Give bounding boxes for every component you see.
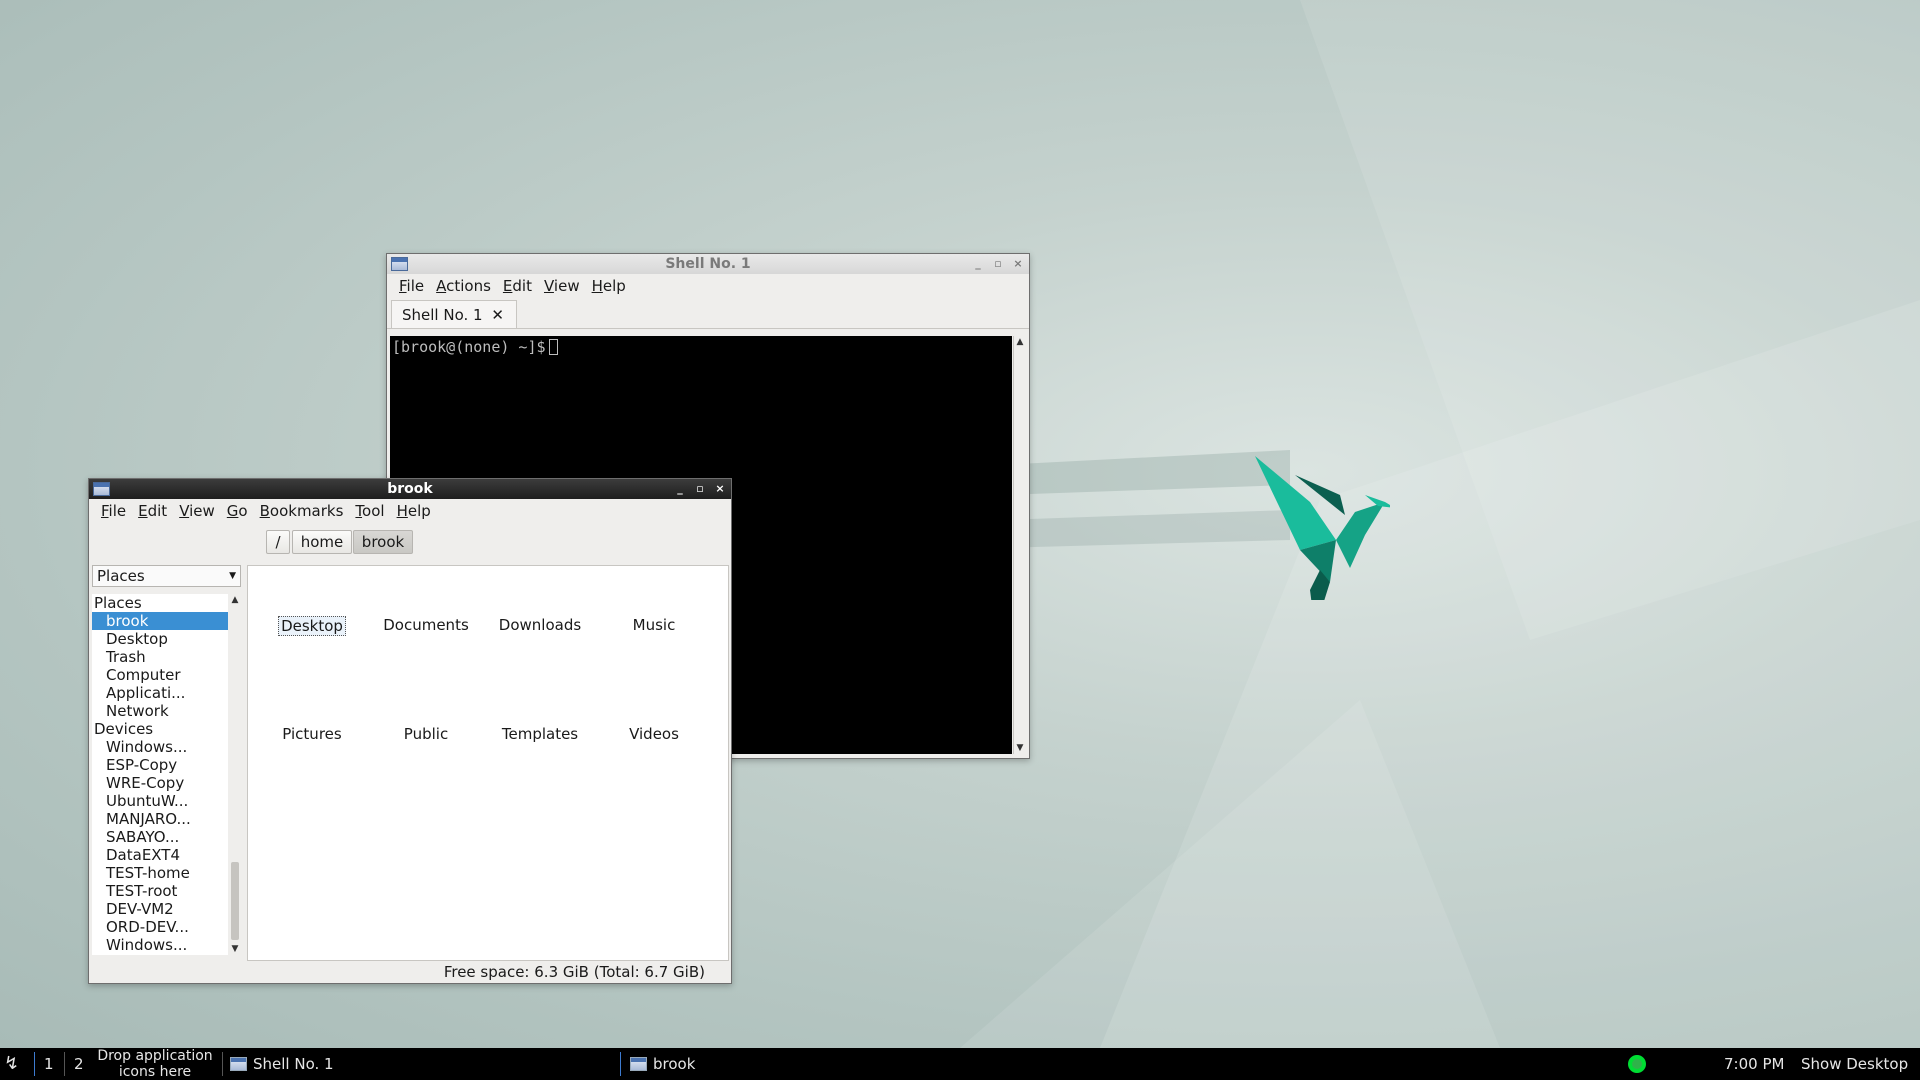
separator: [64, 1052, 65, 1076]
file-manager-titlebar[interactable]: brook _ ▫ ×: [89, 479, 731, 499]
menu-go[interactable]: Go: [221, 499, 254, 523]
free-space-text: Free space: 6.3 GiB (Total: 6.7 GiB): [443, 963, 705, 981]
shell-prompt: [brook@(none) ~]$: [392, 338, 546, 356]
tree-item[interactable]: Trash: [92, 648, 228, 666]
tree-item[interactable]: DataEXT4: [92, 846, 228, 864]
scroll-thumb[interactable]: [231, 862, 239, 940]
separator: [222, 1052, 223, 1076]
folder-icon-view[interactable]: Desktop Documents Downloads Music Pictur…: [247, 565, 729, 961]
terminal-scrollbar[interactable]: ▲ ▼: [1013, 336, 1026, 754]
tree-item[interactable]: Devices: [92, 720, 228, 738]
folder-item[interactable]: Public: [371, 725, 481, 743]
scroll-up-icon[interactable]: ▲: [1014, 336, 1026, 348]
menu-view[interactable]: View: [538, 274, 586, 298]
tab-close-icon[interactable]: ✕: [491, 301, 504, 329]
tree-item[interactable]: DEV-VM2: [92, 900, 228, 918]
terminal-tab-bar: Shell No. 1 ✕: [387, 298, 1029, 329]
tree-item[interactable]: TEST-root: [92, 882, 228, 900]
network-status-icon[interactable]: [1628, 1055, 1646, 1073]
tree-item[interactable]: Network: [92, 702, 228, 720]
task-shell-button[interactable]: Shell No. 1: [230, 1048, 334, 1080]
close-button[interactable]: ×: [1011, 254, 1025, 274]
task-label: brook: [653, 1055, 696, 1073]
path-bar: / home brook: [89, 524, 729, 556]
maximize-button[interactable]: ▫: [693, 479, 707, 499]
hummingbird-logo: [1255, 456, 1390, 600]
menu-help[interactable]: Help: [586, 274, 632, 298]
folder-item[interactable]: Pictures: [257, 725, 367, 743]
window-icon[interactable]: [93, 482, 110, 496]
tree-item[interactable]: Desktop: [92, 630, 228, 648]
terminal-menubar: File Actions Edit View Help: [387, 274, 1029, 298]
launcher-drop-zone[interactable]: Drop application icons here: [92, 1048, 218, 1080]
separator: [620, 1052, 621, 1076]
menu-actions[interactable]: Actions: [430, 274, 497, 298]
path-brook-button[interactable]: brook: [353, 530, 413, 554]
taskbar: ↯ 1 2 Drop application icons here Shell …: [0, 1048, 1920, 1080]
folder-item[interactable]: Templates: [485, 725, 595, 743]
folder-item[interactable]: Documents: [371, 616, 481, 634]
terminal-title: Shell No. 1: [665, 256, 751, 272]
side-pane-mode-select[interactable]: Places ▼: [92, 565, 241, 587]
folder-item[interactable]: Music: [599, 616, 709, 634]
menu-bookmarks[interactable]: Bookmarks: [254, 499, 350, 523]
folder-item[interactable]: Desktop: [257, 616, 367, 636]
status-bar: Free space: 6.3 GiB (Total: 6.7 GiB): [89, 961, 729, 983]
tree-item[interactable]: Windows...: [92, 936, 228, 954]
clock[interactable]: 7:00 PM: [1724, 1048, 1784, 1080]
tree-item[interactable]: MANJARO...: [92, 810, 228, 828]
refresh-arrow-icon[interactable]: ↯: [4, 1048, 24, 1080]
file-manager-window[interactable]: brook _ ▫ × File Edit View Go Bookmarks …: [88, 478, 732, 984]
minimize-button[interactable]: _: [673, 479, 687, 499]
scroll-down-icon[interactable]: ▼: [1014, 742, 1026, 754]
task-brook-button[interactable]: brook: [630, 1048, 695, 1080]
places-scrollbar[interactable]: ▲ ▼: [229, 594, 241, 955]
separator: [34, 1052, 35, 1076]
window-icon: [630, 1057, 647, 1071]
tree-item[interactable]: WRE-Copy: [92, 774, 228, 792]
tree-item[interactable]: Computer: [92, 666, 228, 684]
desktop-1-button[interactable]: 1: [44, 1048, 54, 1080]
menu-file[interactable]: File: [393, 274, 430, 298]
terminal-titlebar[interactable]: Shell No. 1 _ ▫ ×: [387, 254, 1029, 274]
path-home-button[interactable]: home: [292, 530, 352, 554]
menu-file[interactable]: File: [95, 499, 132, 523]
window-icon[interactable]: [391, 257, 408, 271]
tree-item[interactable]: UbuntuW...: [92, 792, 228, 810]
task-label: Shell No. 1: [253, 1055, 334, 1073]
desktop-2-button[interactable]: 2: [74, 1048, 84, 1080]
close-button[interactable]: ×: [713, 479, 727, 499]
tree-item[interactable]: ESP-Copy: [92, 756, 228, 774]
menu-tool[interactable]: Tool: [349, 499, 390, 523]
tree-item[interactable]: SABAYO...: [92, 828, 228, 846]
tree-item[interactable]: Windows...: [92, 738, 228, 756]
file-manager-title: brook: [387, 481, 433, 497]
minimize-button[interactable]: _: [971, 254, 985, 274]
cursor: [548, 339, 558, 355]
show-desktop-button[interactable]: Show Desktop: [1801, 1048, 1908, 1080]
file-manager-menubar: File Edit View Go Bookmarks Tool Help: [89, 499, 731, 523]
tree-item[interactable]: Places: [92, 594, 228, 612]
menu-edit[interactable]: Edit: [132, 499, 173, 523]
chevron-down-icon: ▼: [229, 571, 236, 581]
tree-item[interactable]: TEST-home: [92, 864, 228, 882]
scroll-up-icon[interactable]: ▲: [229, 594, 241, 606]
tree-item[interactable]: brook: [92, 612, 228, 630]
menu-edit[interactable]: Edit: [497, 274, 538, 298]
path-root-button[interactable]: /: [266, 530, 290, 554]
places-tree[interactable]: Places brook Desktop Trash Computer Appl…: [92, 594, 228, 955]
tab-label: Shell No. 1: [402, 306, 483, 324]
menu-help[interactable]: Help: [391, 499, 437, 523]
tree-item[interactable]: ORD-DEV...: [92, 918, 228, 936]
folder-item[interactable]: Downloads: [485, 616, 595, 634]
tree-item[interactable]: Applicati...: [92, 684, 228, 702]
folder-item[interactable]: Videos: [599, 725, 709, 743]
maximize-button[interactable]: ▫: [991, 254, 1005, 274]
scroll-down-icon[interactable]: ▼: [229, 943, 241, 955]
tab-shell-1[interactable]: Shell No. 1 ✕: [391, 300, 517, 328]
menu-view[interactable]: View: [173, 499, 221, 523]
side-pane-mode-value: Places: [97, 567, 145, 585]
window-icon: [230, 1057, 247, 1071]
